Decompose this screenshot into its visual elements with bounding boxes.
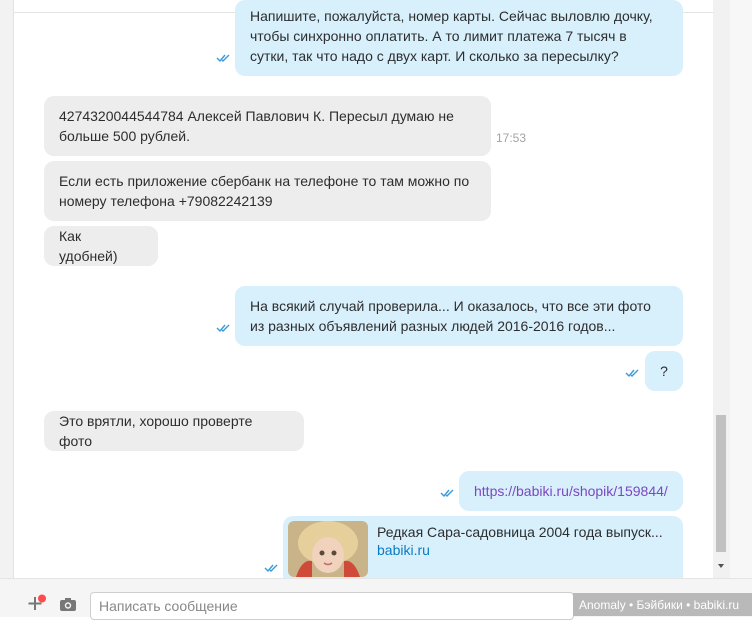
message-line: ? xyxy=(660,363,668,379)
message-outgoing[interactable]: ? xyxy=(645,351,683,391)
message-line: На всякий случай проверила... И оказалос… xyxy=(250,298,651,314)
camera-icon[interactable] xyxy=(59,597,77,612)
message-link[interactable]: https://babiki.ru/shopik/159844/ xyxy=(474,481,668,501)
message-input-placeholder: Написать сообщение xyxy=(99,598,238,614)
message-incoming[interactable]: Как удобней) xyxy=(44,226,158,266)
left-panel-edge xyxy=(0,0,14,616)
message-line: чтобы синхронно оплатить. А то лимит пла… xyxy=(250,28,627,44)
read-ticks-icon xyxy=(264,564,278,573)
message-outgoing[interactable]: Напишите, пожалуйста, номер карты. Сейча… xyxy=(235,0,683,76)
link-preview-image[interactable] xyxy=(288,521,368,577)
add-attachment-icon[interactable] xyxy=(26,594,46,614)
message-line: Если есть приложение сбербанк на телефон… xyxy=(59,173,470,189)
message-time: 17:53 xyxy=(496,131,527,145)
message-line: больше 500 рублей. xyxy=(59,128,190,144)
link-preview-title[interactable]: Редкая Сара-садовница 2004 года выпуск..… xyxy=(377,522,677,542)
right-panel-edge xyxy=(730,0,752,616)
message-line: номеру телефона +79082242139 xyxy=(59,193,273,209)
read-ticks-icon xyxy=(440,489,454,498)
watermark: Anomaly • Бэйбики • babiki.ru xyxy=(573,593,752,616)
message-outgoing[interactable]: На всякий случай проверила... И оказалос… xyxy=(235,286,683,346)
message-line: 4274320044544784 Алексей Павлович К. Пер… xyxy=(59,108,454,124)
message-incoming[interactable]: Это врятли, хорошо проверте фото xyxy=(44,411,304,451)
message-line: сутки, так что надо с двух карт. И сколь… xyxy=(250,48,619,64)
message-line: Это врятли, хорошо проверте фото xyxy=(59,413,253,449)
link-preview-domain[interactable]: babiki.ru xyxy=(377,540,430,560)
read-ticks-icon xyxy=(216,54,230,63)
message-line: Напишите, пожалуйста, номер карты. Сейча… xyxy=(250,8,653,24)
message-line: Как удобней) xyxy=(59,228,118,264)
message-incoming[interactable]: Если есть приложение сбербанк на телефон… xyxy=(44,161,491,221)
read-ticks-icon xyxy=(216,324,230,333)
scrollbar-thumb[interactable] xyxy=(716,415,726,552)
message-line: из разных объявлений разных людей 2016-2… xyxy=(250,318,616,334)
read-ticks-icon xyxy=(625,369,639,378)
message-incoming[interactable]: 4274320044544784 Алексей Павлович К. Пер… xyxy=(44,96,491,156)
scroll-down-arrow-icon[interactable] xyxy=(716,560,726,572)
message-outgoing[interactable]: https://babiki.ru/shopik/159844/ xyxy=(459,471,683,511)
